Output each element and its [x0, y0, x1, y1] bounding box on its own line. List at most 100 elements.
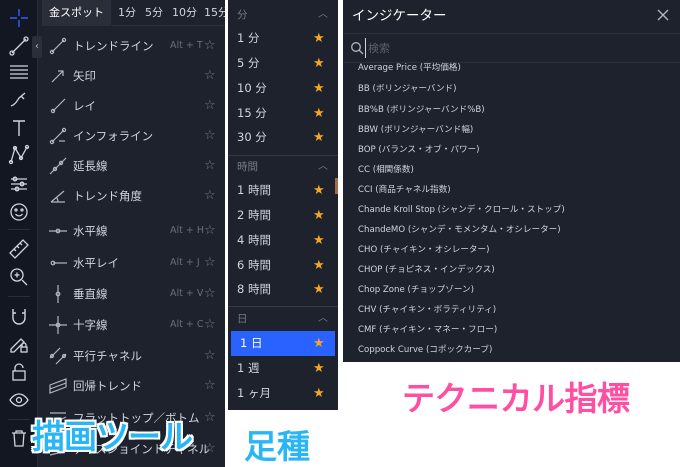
indicator-item[interactable]: CCI (商品チャネル指数)	[343, 180, 680, 200]
caption-drawing-tools: 描画ツール	[32, 417, 193, 456]
crosshair-icon[interactable]	[7, 6, 31, 30]
section-header-days[interactable]: 日 ︿	[228, 306, 338, 332]
tool-label: トレンドライン	[73, 39, 154, 53]
timeframe-item[interactable]: 1 ヶ月 ★	[228, 381, 338, 406]
favorite-star-icon[interactable]: ☆	[204, 371, 216, 401]
timeframe-item[interactable]: 1 時間 ★	[228, 178, 338, 203]
indicator-item[interactable]: ChandeMO (シャンデ・モメンタム・オシレーター)	[343, 220, 680, 240]
star-filled-icon[interactable]: ★	[313, 125, 325, 150]
tool-regression-trend[interactable]: 回帰トレンド ☆	[42, 371, 225, 401]
tool-vertical-line[interactable]: 垂直線 Alt + V ☆	[42, 279, 225, 309]
ruler-icon[interactable]	[7, 237, 31, 261]
star-filled-icon[interactable]: ★	[313, 228, 325, 253]
tool-cross-line[interactable]: 十字線 Alt + C ☆	[42, 310, 225, 340]
favorite-star-icon[interactable]: ☆	[204, 216, 216, 246]
section-header-hours[interactable]: 時間 ︿	[228, 154, 338, 180]
pattern-icon[interactable]	[7, 143, 31, 167]
trend-line-icon[interactable]	[7, 34, 31, 58]
tool-trend-line[interactable]: トレンドライン Alt + T ☆	[42, 31, 225, 61]
indicator-item[interactable]: CHOP (チョピネス・インデックス)	[343, 260, 680, 280]
tool-extended-line[interactable]: 延長線 ☆	[42, 151, 225, 181]
star-filled-icon[interactable]: ★	[313, 178, 325, 203]
favorite-star-icon[interactable]: ☆	[204, 341, 216, 371]
favorite-star-icon[interactable]: ☆	[204, 279, 216, 309]
tab-10min[interactable]: 10分	[172, 0, 197, 26]
star-filled-icon[interactable]: ★	[313, 51, 325, 76]
star-filled-icon[interactable]: ★	[313, 101, 325, 126]
timeframe-label: 6 時間	[237, 258, 271, 272]
chevron-up-icon[interactable]: ︿	[318, 154, 328, 180]
chevron-up-icon[interactable]: ︿	[318, 306, 328, 332]
tool-trend-angle[interactable]: トレンド角度 ☆	[42, 181, 225, 211]
indicator-item[interactable]: CHV (チャイキン・ボラティリティ)	[343, 300, 680, 320]
tool-arrow[interactable]: 矢印 ☆	[42, 61, 225, 91]
favorite-star-icon[interactable]: ☆	[204, 403, 216, 433]
lock-icon[interactable]	[7, 360, 31, 384]
magnet-icon[interactable]	[7, 305, 31, 329]
collapse-toggle-icon[interactable]: ‹	[32, 36, 42, 58]
trash-icon[interactable]	[7, 426, 31, 450]
tool-info-line[interactable]: インフォライン ☆	[42, 121, 225, 151]
brush-icon[interactable]	[7, 88, 31, 112]
star-filled-icon[interactable]: ★	[313, 26, 325, 51]
tool-parallel-channel[interactable]: 平行チャネル ☆	[42, 341, 225, 371]
close-icon[interactable]	[655, 7, 671, 23]
timeframe-item[interactable]: 5 分 ★	[228, 51, 338, 76]
emoji-icon[interactable]	[7, 200, 31, 224]
timeframe-item[interactable]: 6 時間 ★	[228, 253, 338, 278]
favorite-star-icon[interactable]: ☆	[204, 248, 216, 278]
timeframe-item[interactable]: 2 時間 ★	[228, 203, 338, 228]
star-filled-icon[interactable]: ★	[313, 277, 325, 302]
indicator-item[interactable]: CMF (チャイキン・マネー・フロー)	[343, 320, 680, 340]
indicator-item[interactable]: BBW (ボリンジャーバンド幅)	[343, 120, 680, 140]
favorite-star-icon[interactable]: ☆	[204, 310, 216, 340]
tab-5min[interactable]: 5分	[145, 0, 163, 26]
indicator-item[interactable]: BB (ボリンジャーバンド)	[343, 79, 680, 99]
search-input[interactable]	[365, 38, 645, 58]
indicator-item[interactable]: CHO (チャイキン・オシレーター)	[343, 240, 680, 260]
tool-ray[interactable]: レイ ☆	[42, 91, 225, 121]
tab-15min[interactable]: 15分	[204, 0, 225, 26]
tool-horizontal-line[interactable]: 水平線 Alt + H ☆	[42, 216, 225, 246]
timeframe-item[interactable]: 4 時間 ★	[228, 228, 338, 253]
indicator-item[interactable]: Average Price (平均価格)	[343, 58, 680, 78]
prediction-icon[interactable]	[7, 172, 31, 196]
indicator-item[interactable]: BB%B (ボリンジャーバンド%B)	[343, 100, 680, 120]
zoom-in-icon[interactable]	[7, 265, 31, 289]
timeframe-item[interactable]: 1 分 ★	[228, 26, 338, 51]
star-filled-icon[interactable]: ★	[313, 203, 325, 228]
text-icon[interactable]	[7, 116, 31, 140]
tab-symbol[interactable]: 金スポット	[42, 0, 111, 26]
timeframe-item[interactable]: 15 分 ★	[228, 101, 338, 126]
star-filled-icon[interactable]: ★	[313, 76, 325, 101]
timeframe-item[interactable]: 8 時間 ★	[228, 277, 338, 302]
timeframe-item[interactable]: 30 分 ★	[228, 125, 338, 150]
favorite-star-icon[interactable]: ☆	[204, 31, 216, 61]
indicator-item[interactable]: Chop Zone (チョップゾーン)	[343, 280, 680, 300]
indicator-item[interactable]: Coppock Curve (コポックカーブ)	[343, 340, 680, 360]
favorite-star-icon[interactable]: ☆	[204, 151, 216, 181]
eye-icon[interactable]	[7, 388, 31, 412]
timeframe-item[interactable]: 1 週 ★	[228, 356, 338, 381]
star-filled-icon[interactable]: ★	[313, 331, 325, 356]
favorite-star-icon[interactable]: ☆	[204, 61, 216, 91]
favorite-star-icon[interactable]: ☆	[204, 91, 216, 121]
tool-horizontal-ray[interactable]: 水平レイ Alt + J ☆	[42, 248, 225, 278]
indicator-item[interactable]: Chande Kroll Stop (シャンデ・クロール・ストップ)	[343, 200, 680, 220]
tab-1min[interactable]: 1分	[118, 0, 136, 26]
favorite-star-icon[interactable]: ☆	[204, 181, 216, 211]
indicator-item[interactable]: BOP (バランス・オブ・パワー)	[343, 140, 680, 160]
indicator-item[interactable]: CC (相関係数)	[343, 160, 680, 180]
timeframe-item-selected[interactable]: 1 日 ★	[231, 331, 335, 356]
favorite-star-icon[interactable]: ☆	[204, 434, 216, 464]
fib-icon[interactable]	[7, 60, 31, 84]
section-header-minutes[interactable]: 分 ︿	[228, 2, 338, 28]
star-filled-icon[interactable]: ★	[313, 253, 325, 278]
timeframe-item[interactable]: 10 分 ★	[228, 76, 338, 101]
tool-label: 水平線	[73, 224, 108, 238]
favorite-star-icon[interactable]: ☆	[204, 121, 216, 151]
chevron-up-icon[interactable]: ︿	[318, 2, 328, 28]
lock-drawing-icon[interactable]	[7, 332, 31, 356]
star-filled-icon[interactable]: ★	[313, 356, 325, 381]
star-filled-icon[interactable]: ★	[313, 381, 325, 406]
